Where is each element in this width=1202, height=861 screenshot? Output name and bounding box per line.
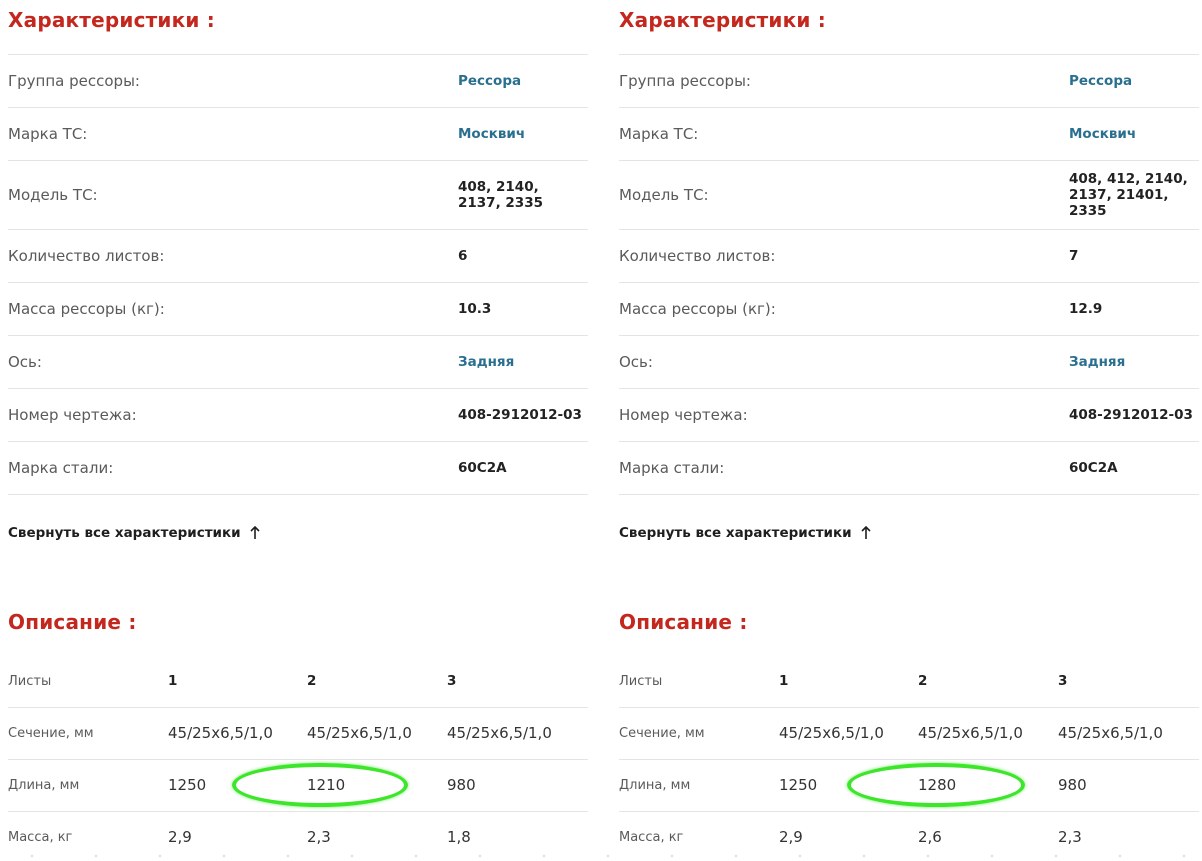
table-row: Сечение, мм 45/25х6,5/1,0 45/25х6,5/1,0 …	[619, 708, 1199, 760]
spec-row-brand: Марка ТС: Москвич	[619, 108, 1199, 161]
spec-row-leaf-count: Количество листов: 7	[619, 230, 1199, 283]
characteristics-title: Характеристики :	[8, 8, 215, 32]
spec-label: Количество листов:	[8, 247, 165, 265]
spec-row-drawing: Номер чертежа: 408-2912012-03	[619, 389, 1199, 442]
table-row: Длина, мм 1250 1210 980	[8, 760, 588, 812]
spec-value-link[interactable]: Москвич	[1069, 126, 1197, 142]
row-label: Сечение, мм	[619, 726, 705, 741]
spec-label: Группа рессоры:	[8, 72, 140, 90]
spec-row-model: Модель ТС: 408, 2140, 2137, 2335	[8, 161, 588, 230]
table-row: Длина, мм 1250 1280 980	[619, 760, 1199, 812]
spec-label: Марка стали:	[619, 459, 725, 477]
spec-label: Ось:	[8, 353, 42, 371]
spec-value-link[interactable]: Рессора	[458, 73, 586, 89]
spec-value: 408, 412, 2140, 2137, 21401, 2335	[1069, 171, 1188, 219]
spec-row-group: Группа рессоры: Рессора	[8, 55, 588, 108]
table-cell: 1250	[168, 776, 207, 794]
spec-row-drawing: Номер чертежа: 408-2912012-03	[8, 389, 588, 442]
spec-value: 60С2А	[458, 460, 507, 476]
arrow-up-icon	[861, 526, 871, 539]
spec-value: 408-2912012-03	[458, 407, 582, 423]
spec-label: Количество листов:	[619, 247, 776, 265]
table-cell: 45/25х6,5/1,0	[918, 724, 1023, 742]
table-cell: 45/25х6,5/1,0	[779, 724, 884, 742]
spec-label: Модель ТС:	[8, 186, 98, 204]
collapse-specs-button[interactable]: Свернуть все характеристики	[619, 525, 872, 541]
spec-row-axle: Ось: Задняя	[8, 336, 588, 389]
comparison-page: Характеристики : Группа рессоры: Рессора…	[0, 0, 1202, 861]
spec-row-group: Группа рессоры: Рессора	[619, 55, 1199, 108]
spec-row-steel: Марка стали: 60С2А	[8, 442, 588, 495]
header-cell: 3	[1058, 673, 1068, 689]
spec-value: 7	[1069, 248, 1079, 264]
spec-value-link[interactable]: Задняя	[458, 354, 586, 370]
spec-label: Масса рессоры (кг):	[8, 300, 165, 318]
table-cell: 45/25х6,5/1,0	[1058, 724, 1163, 742]
spec-value: 60С2А	[1069, 460, 1118, 476]
row-label: Сечение, мм	[8, 726, 94, 741]
spec-label: Ось:	[619, 353, 653, 371]
table-cell: 45/25х6,5/1,0	[447, 724, 552, 742]
spec-row-brand: Марка ТС: Москвич	[8, 108, 588, 161]
spec-value: 408, 2140, 2137, 2335	[458, 179, 543, 211]
spec-label: Группа рессоры:	[619, 72, 751, 90]
characteristics-title: Характеристики :	[619, 8, 826, 32]
spec-label: Марка ТС:	[619, 125, 699, 143]
spec-value: 408-2912012-03	[1069, 407, 1193, 423]
faded-next-row	[0, 852, 1202, 860]
header-cell: 2	[307, 673, 317, 689]
spec-label: Номер чертежа:	[8, 406, 137, 424]
header-cell: 3	[447, 673, 457, 689]
table-row: Сечение, мм 45/25х6,5/1,0 45/25х6,5/1,0 …	[8, 708, 588, 760]
spec-row-mass: Масса рессоры (кг): 12.9	[619, 283, 1199, 336]
spec-value-link[interactable]: Москвич	[458, 126, 586, 142]
table-header-row: Листы 1 2 3	[8, 656, 588, 708]
table-cell: 1210	[307, 776, 346, 794]
table-cell: 45/25х6,5/1,0	[168, 724, 273, 742]
spec-value-link[interactable]: Задняя	[1069, 354, 1197, 370]
spec-value: 12.9	[1069, 301, 1103, 317]
table-cell: 980	[1058, 776, 1087, 794]
spec-label: Марка стали:	[8, 459, 114, 477]
table-cell: 1280	[918, 776, 957, 794]
specs-table: Группа рессоры: Рессора Марка ТС: Москви…	[8, 54, 588, 495]
spec-value-link[interactable]: Рессора	[1069, 73, 1197, 89]
arrow-up-icon	[250, 526, 260, 539]
spec-row-axle: Ось: Задняя	[619, 336, 1199, 389]
row-label: Длина, мм	[619, 778, 691, 793]
spec-label: Масса рессоры (кг):	[619, 300, 776, 318]
description-table: Листы 1 2 3 Сечение, мм 45/25х6,5/1,0 45…	[619, 656, 1199, 861]
collapse-specs-button[interactable]: Свернуть все характеристики	[8, 525, 261, 541]
table-cell: 45/25х6,5/1,0	[307, 724, 412, 742]
spec-row-steel: Марка стали: 60С2А	[619, 442, 1199, 495]
collapse-specs-label: Свернуть все характеристики	[8, 525, 241, 541]
description-title: Описание :	[619, 610, 748, 634]
row-label: Длина, мм	[8, 778, 80, 793]
spec-row-model: Модель ТС: 408, 412, 2140, 2137, 21401, …	[619, 161, 1199, 230]
description-table: Листы 1 2 3 Сечение, мм 45/25х6,5/1,0 45…	[8, 656, 588, 861]
row-label: Листы	[619, 674, 663, 689]
collapse-specs-label: Свернуть все характеристики	[619, 525, 852, 541]
header-cell: 2	[918, 673, 928, 689]
header-cell: 1	[168, 673, 178, 689]
spec-row-mass: Масса рессоры (кг): 10.3	[8, 283, 588, 336]
spec-label: Марка ТС:	[8, 125, 88, 143]
description-title: Описание :	[8, 610, 137, 634]
header-cell: 1	[779, 673, 789, 689]
spec-label: Модель ТС:	[619, 186, 709, 204]
spec-row-leaf-count: Количество листов: 6	[8, 230, 588, 283]
spec-value: 6	[458, 248, 468, 264]
spec-label: Номер чертежа:	[619, 406, 748, 424]
table-cell: 980	[447, 776, 476, 794]
spec-value: 10.3	[458, 301, 492, 317]
specs-table: Группа рессоры: Рессора Марка ТС: Москви…	[619, 54, 1199, 495]
table-header-row: Листы 1 2 3	[619, 656, 1199, 708]
table-cell: 1250	[779, 776, 818, 794]
row-label: Листы	[8, 674, 52, 689]
